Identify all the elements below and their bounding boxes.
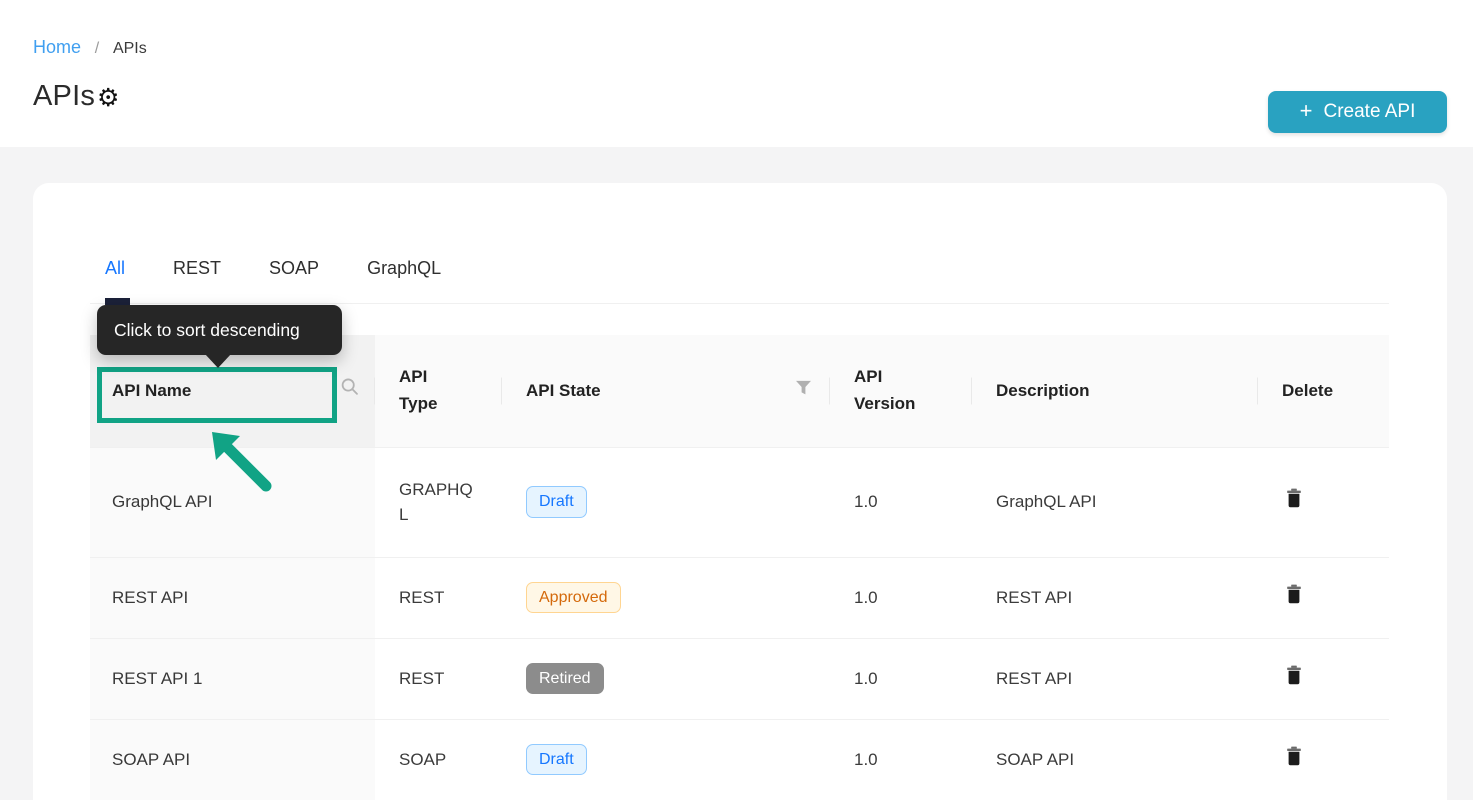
cell-description: GraphQL API <box>972 447 1258 558</box>
cell-description: REST API <box>972 557 1258 639</box>
trash-icon <box>1287 665 1301 684</box>
cell-api-state: Draft <box>502 447 830 558</box>
table-row[interactable]: SOAP API SOAP Draft 1.0 SOAP API <box>90 719 1389 800</box>
sort-tooltip-text: Click to sort descending <box>114 319 300 340</box>
cell-api-version: 1.0 <box>830 638 972 720</box>
table-body: GraphQL API GRAPHQL Draft 1.0 GraphQL AP… <box>90 447 1389 800</box>
tab-soap[interactable]: SOAP <box>269 258 319 299</box>
cell-api-type: SOAP <box>375 719 502 800</box>
page: Home / APIs APIs ⚙ + Create API All REST… <box>0 0 1473 800</box>
cell-api-type: REST <box>375 557 502 639</box>
cell-api-state: Approved <box>502 557 830 639</box>
cell-api-name: GraphQL API <box>90 447 375 558</box>
column-header-api-name-label: API Name <box>112 380 192 400</box>
page-title-row: APIs ⚙ <box>33 80 119 113</box>
cell-api-version: 1.0 <box>830 447 972 558</box>
table-row[interactable]: REST API REST Approved 1.0 REST API <box>90 557 1389 639</box>
cell-api-type: GRAPHQL <box>375 447 502 558</box>
column-header-delete: Delete <box>1258 335 1389 448</box>
trash-icon <box>1287 584 1301 603</box>
column-header-description-label: Description <box>996 380 1090 400</box>
tab-all[interactable]: All <box>105 258 125 299</box>
plus-icon: + <box>1299 98 1313 123</box>
column-header-api-version-label: API Version <box>854 367 916 413</box>
column-header-description[interactable]: Description <box>972 335 1258 448</box>
cell-api-version: 1.0 <box>830 557 972 639</box>
status-badge: Draft <box>526 486 587 518</box>
cell-delete <box>1258 719 1389 800</box>
sort-tooltip-arrow <box>205 354 231 368</box>
trash-icon <box>1287 746 1301 765</box>
delete-button[interactable] <box>1286 746 1302 769</box>
cell-description: SOAP API <box>972 719 1258 800</box>
delete-button[interactable] <box>1286 488 1302 511</box>
cell-api-version: 1.0 <box>830 719 972 800</box>
breadcrumb-home-link[interactable]: Home <box>33 37 81 57</box>
column-header-api-type[interactable]: API Type <box>375 335 502 448</box>
delete-button[interactable] <box>1286 665 1302 688</box>
api-table: API Name API Type API State API Version … <box>90 335 1389 800</box>
cell-api-state: Retired <box>502 638 830 720</box>
sort-tooltip: Click to sort descending <box>97 305 342 355</box>
tabs-bottom-border <box>90 303 1389 304</box>
active-tab-ink-bar <box>105 298 130 305</box>
api-type-tabs: All REST SOAP GraphQL <box>105 258 441 299</box>
top-bar: Home / APIs APIs ⚙ + Create API <box>0 0 1473 147</box>
cell-delete <box>1258 638 1389 720</box>
column-header-api-type-label: API Type <box>399 367 438 413</box>
create-api-button[interactable]: + Create API <box>1268 91 1447 133</box>
page-title: APIs <box>33 80 96 112</box>
filter-funnel-icon[interactable] <box>795 378 812 404</box>
column-header-api-version[interactable]: API Version <box>830 335 972 448</box>
status-badge: Approved <box>526 581 621 614</box>
status-badge: Draft <box>526 743 587 776</box>
cell-delete <box>1258 557 1389 639</box>
cell-delete <box>1258 447 1389 558</box>
cell-api-type: REST <box>375 638 502 720</box>
gear-icon[interactable]: ⚙ <box>97 86 119 111</box>
cell-description: REST API <box>972 638 1258 720</box>
breadcrumb-separator: / <box>94 40 100 57</box>
column-header-api-state[interactable]: API State <box>502 335 830 448</box>
breadcrumb-current: APIs <box>112 40 147 57</box>
tab-rest[interactable]: REST <box>173 258 221 299</box>
cell-api-name: SOAP API <box>90 719 375 800</box>
search-icon[interactable] <box>340 377 360 405</box>
cell-api-name: REST API 1 <box>90 638 375 720</box>
table-row[interactable]: GraphQL API GRAPHQL Draft 1.0 GraphQL AP… <box>90 447 1389 558</box>
table-row[interactable]: REST API 1 REST Retired 1.0 REST API <box>90 638 1389 720</box>
tab-graphql[interactable]: GraphQL <box>367 258 441 299</box>
column-header-api-state-label: API State <box>526 380 601 400</box>
column-header-delete-label: Delete <box>1282 380 1334 400</box>
status-badge: Retired <box>526 662 604 695</box>
cell-api-state: Draft <box>502 719 830 800</box>
create-api-button-label: Create API <box>1323 101 1416 122</box>
delete-button[interactable] <box>1286 584 1302 607</box>
breadcrumb: Home / APIs <box>33 37 147 58</box>
trash-icon <box>1287 488 1301 508</box>
cell-api-name: REST API <box>90 557 375 639</box>
